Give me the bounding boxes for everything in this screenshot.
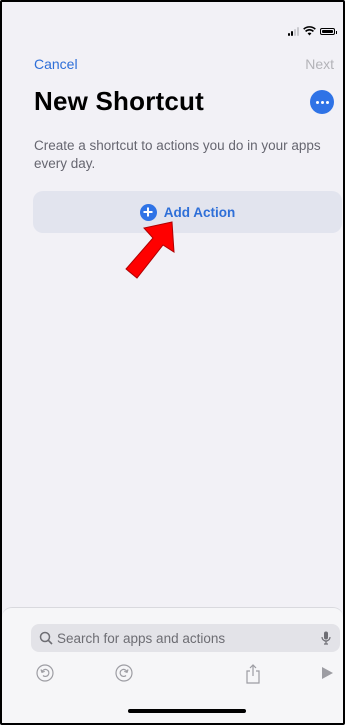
add-action-button[interactable]: Add Action xyxy=(33,191,342,233)
play-icon[interactable] xyxy=(320,666,334,680)
signal-icon xyxy=(288,26,299,36)
phone-screen: Cancel Next New Shortcut Create a shortc… xyxy=(0,0,345,725)
editor-toolbar xyxy=(2,664,343,686)
home-indicator[interactable] xyxy=(128,709,246,713)
next-button[interactable]: Next xyxy=(305,56,334,72)
search-icon xyxy=(39,631,53,645)
wifi-icon xyxy=(303,26,316,36)
red-arrow-icon xyxy=(125,221,175,279)
search-input[interactable]: Search for apps and actions xyxy=(31,624,340,652)
status-bar xyxy=(288,26,337,36)
search-placeholder: Search for apps and actions xyxy=(57,630,226,646)
microphone-icon[interactable] xyxy=(321,631,331,645)
share-icon[interactable] xyxy=(245,664,261,684)
redo-icon[interactable] xyxy=(115,664,133,682)
ellipsis-circle-icon[interactable] xyxy=(310,90,334,114)
bottom-sheet: Search for apps and actions xyxy=(2,607,343,723)
description-text: Create a shortcut to actions you do in y… xyxy=(34,138,321,171)
battery-icon xyxy=(320,27,337,35)
cancel-button[interactable]: Cancel xyxy=(34,56,78,72)
undo-icon[interactable] xyxy=(36,664,54,682)
page-title: New Shortcut xyxy=(34,86,204,116)
